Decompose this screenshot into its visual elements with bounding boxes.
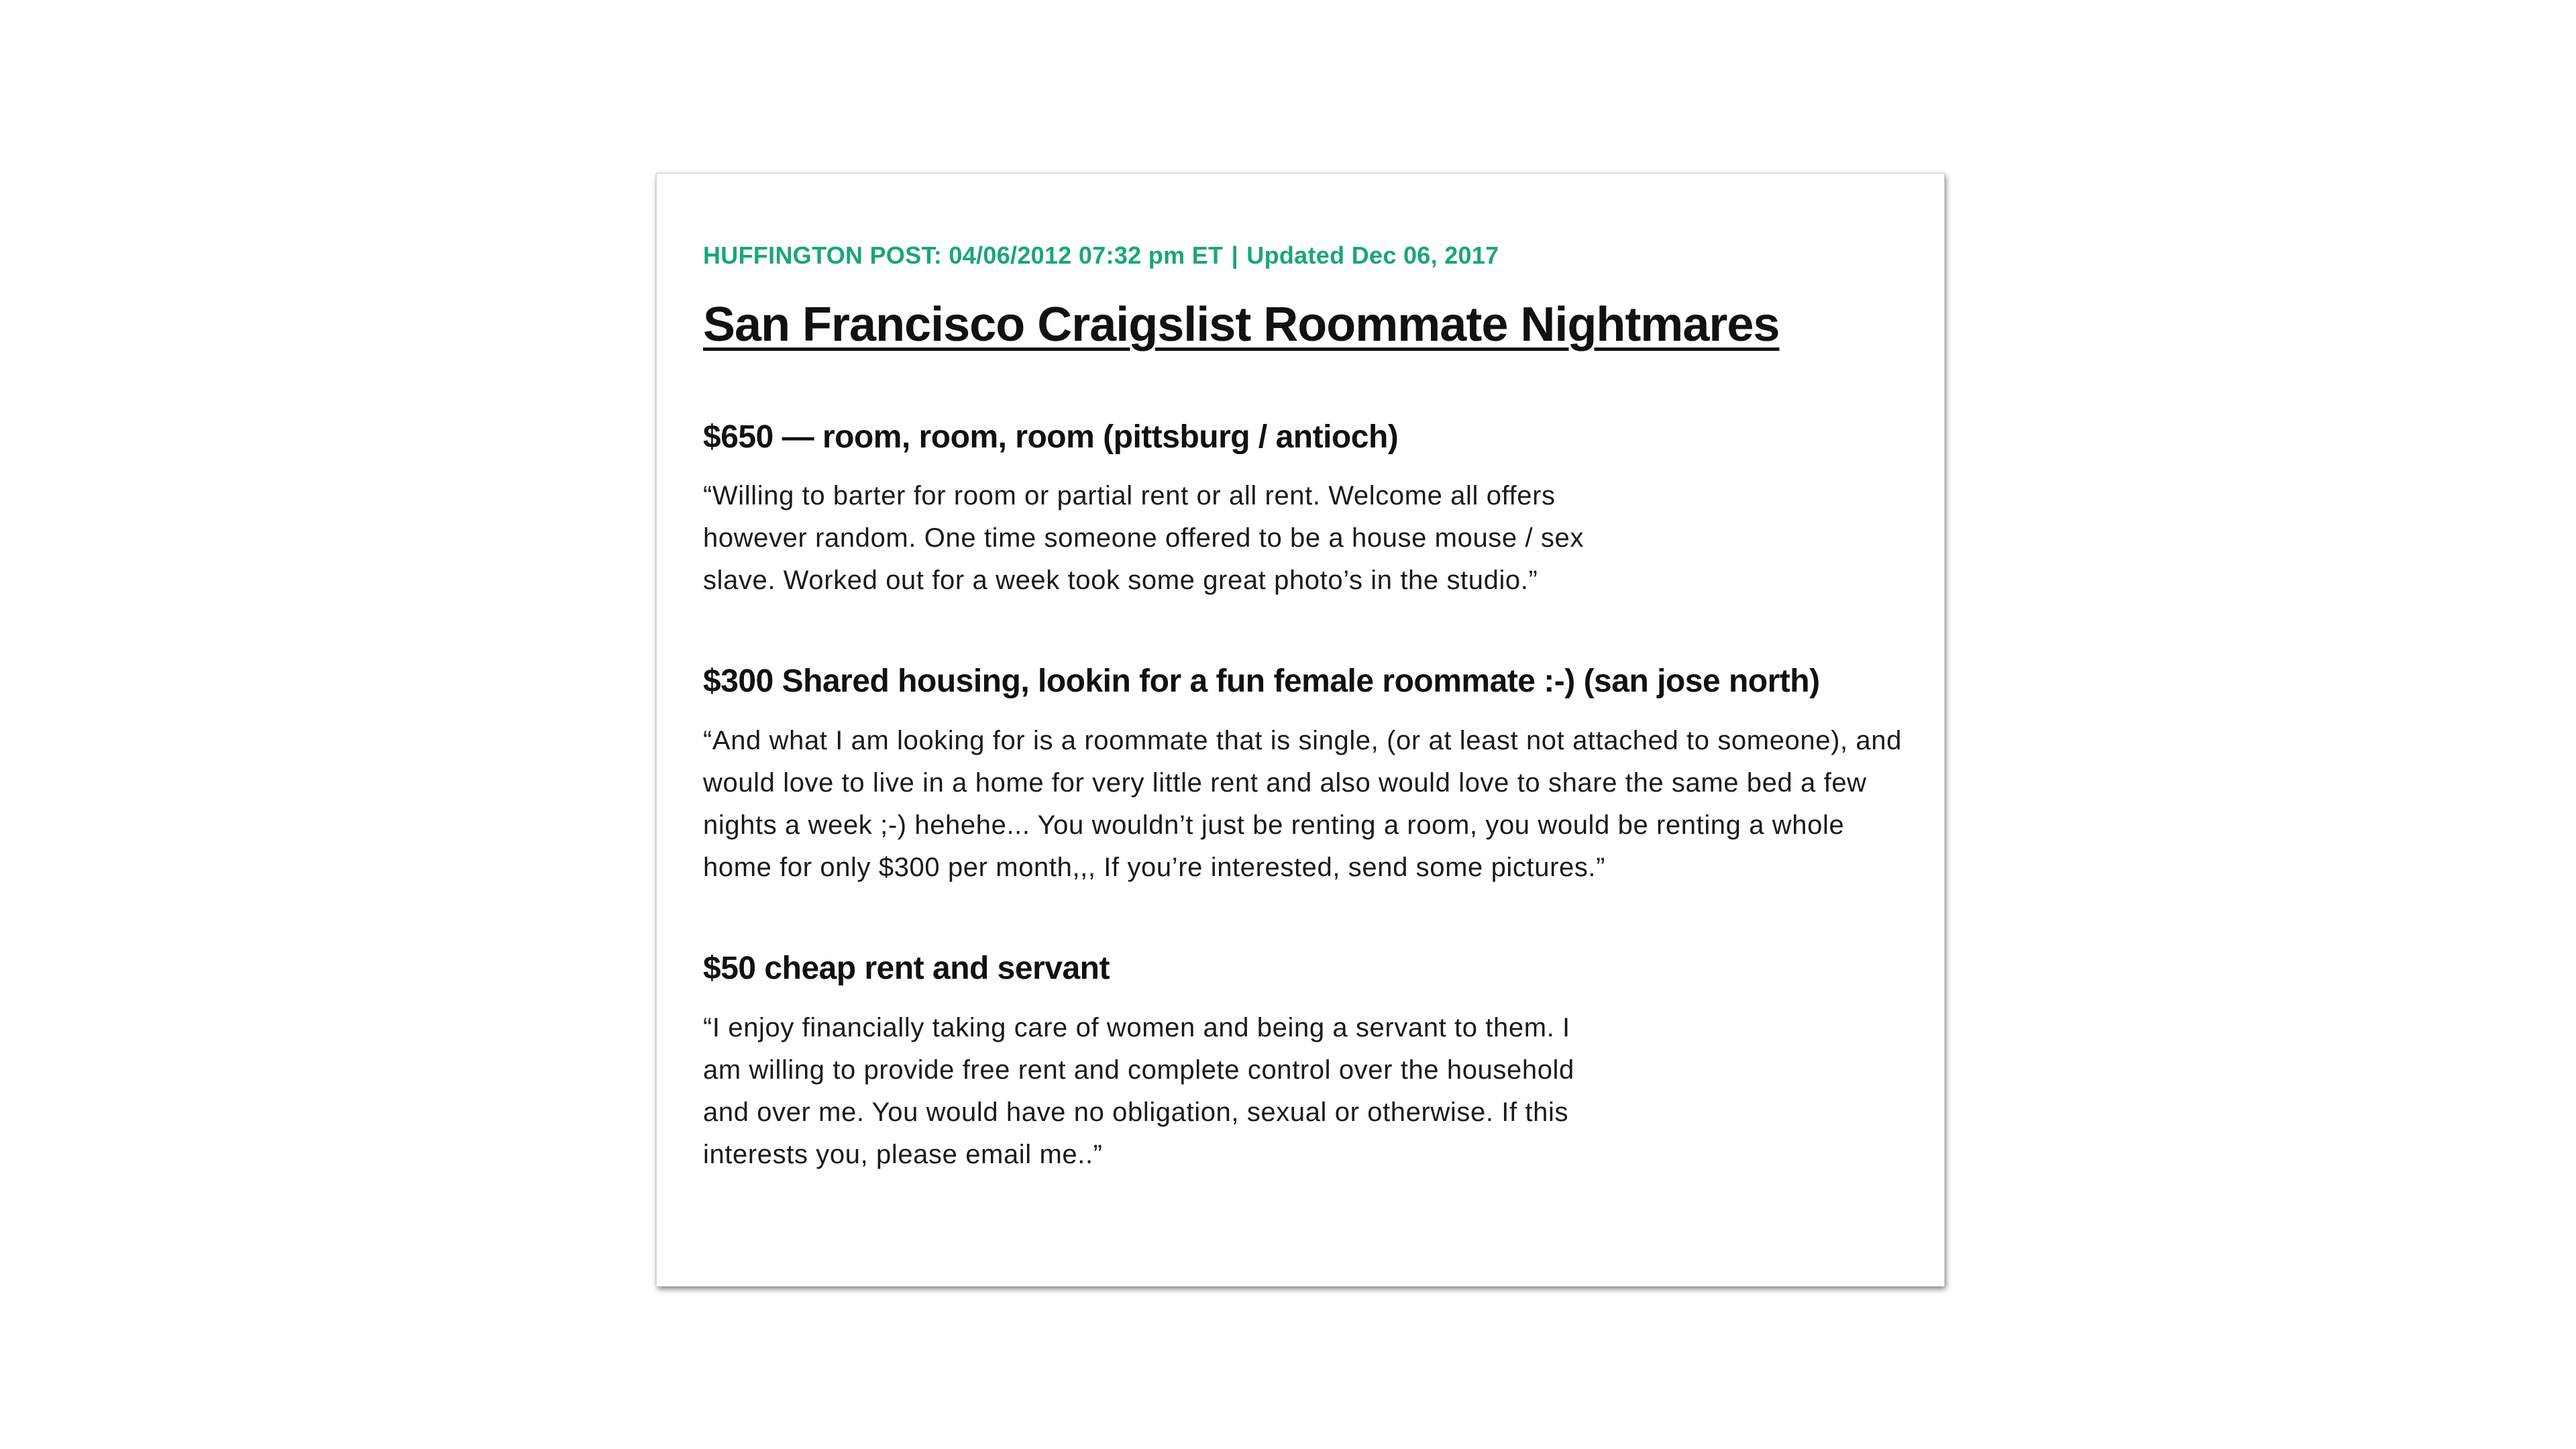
listing-quote: “And what I am looking for is a roommate… (703, 725, 1902, 882)
article-updated-date: Updated Dec 06, 2017 (1246, 241, 1499, 269)
meta-separator: | (1231, 241, 1238, 269)
article-meta: HUFFINGTON POST: 04/06/2012 07:32 pm ET … (703, 244, 1898, 268)
listing-heading: $300 Shared housing, lookin for a fun fe… (703, 663, 1820, 700)
listing-item: $50 cheap rent and servant “I enjoy fina… (703, 949, 1898, 1176)
listing-item: $650 — room, room, room (pittsburg / ant… (703, 418, 1898, 602)
article-title-link[interactable]: San Francisco Craigslist Roommate Nightm… (703, 297, 1898, 353)
listing-heading: $650 — room, room, room (pittsburg / ant… (703, 419, 1399, 455)
article-card: HUFFINGTON POST: 04/06/2012 07:32 pm ET … (656, 173, 1945, 1287)
listing-item: $300 Shared housing, lookin for a fun fe… (703, 662, 1901, 889)
page-canvas: HUFFINGTON POST: 04/06/2012 07:32 pm ET … (0, 0, 2576, 1449)
listing-quote: “I enjoy financially taking care of wome… (703, 1012, 1574, 1169)
listing-heading: $50 cheap rent and servant (703, 950, 1110, 986)
listing-quote: “Willing to barter for room or partial r… (703, 481, 1584, 596)
article-source-date: HUFFINGTON POST: 04/06/2012 07:32 pm ET (703, 241, 1224, 269)
